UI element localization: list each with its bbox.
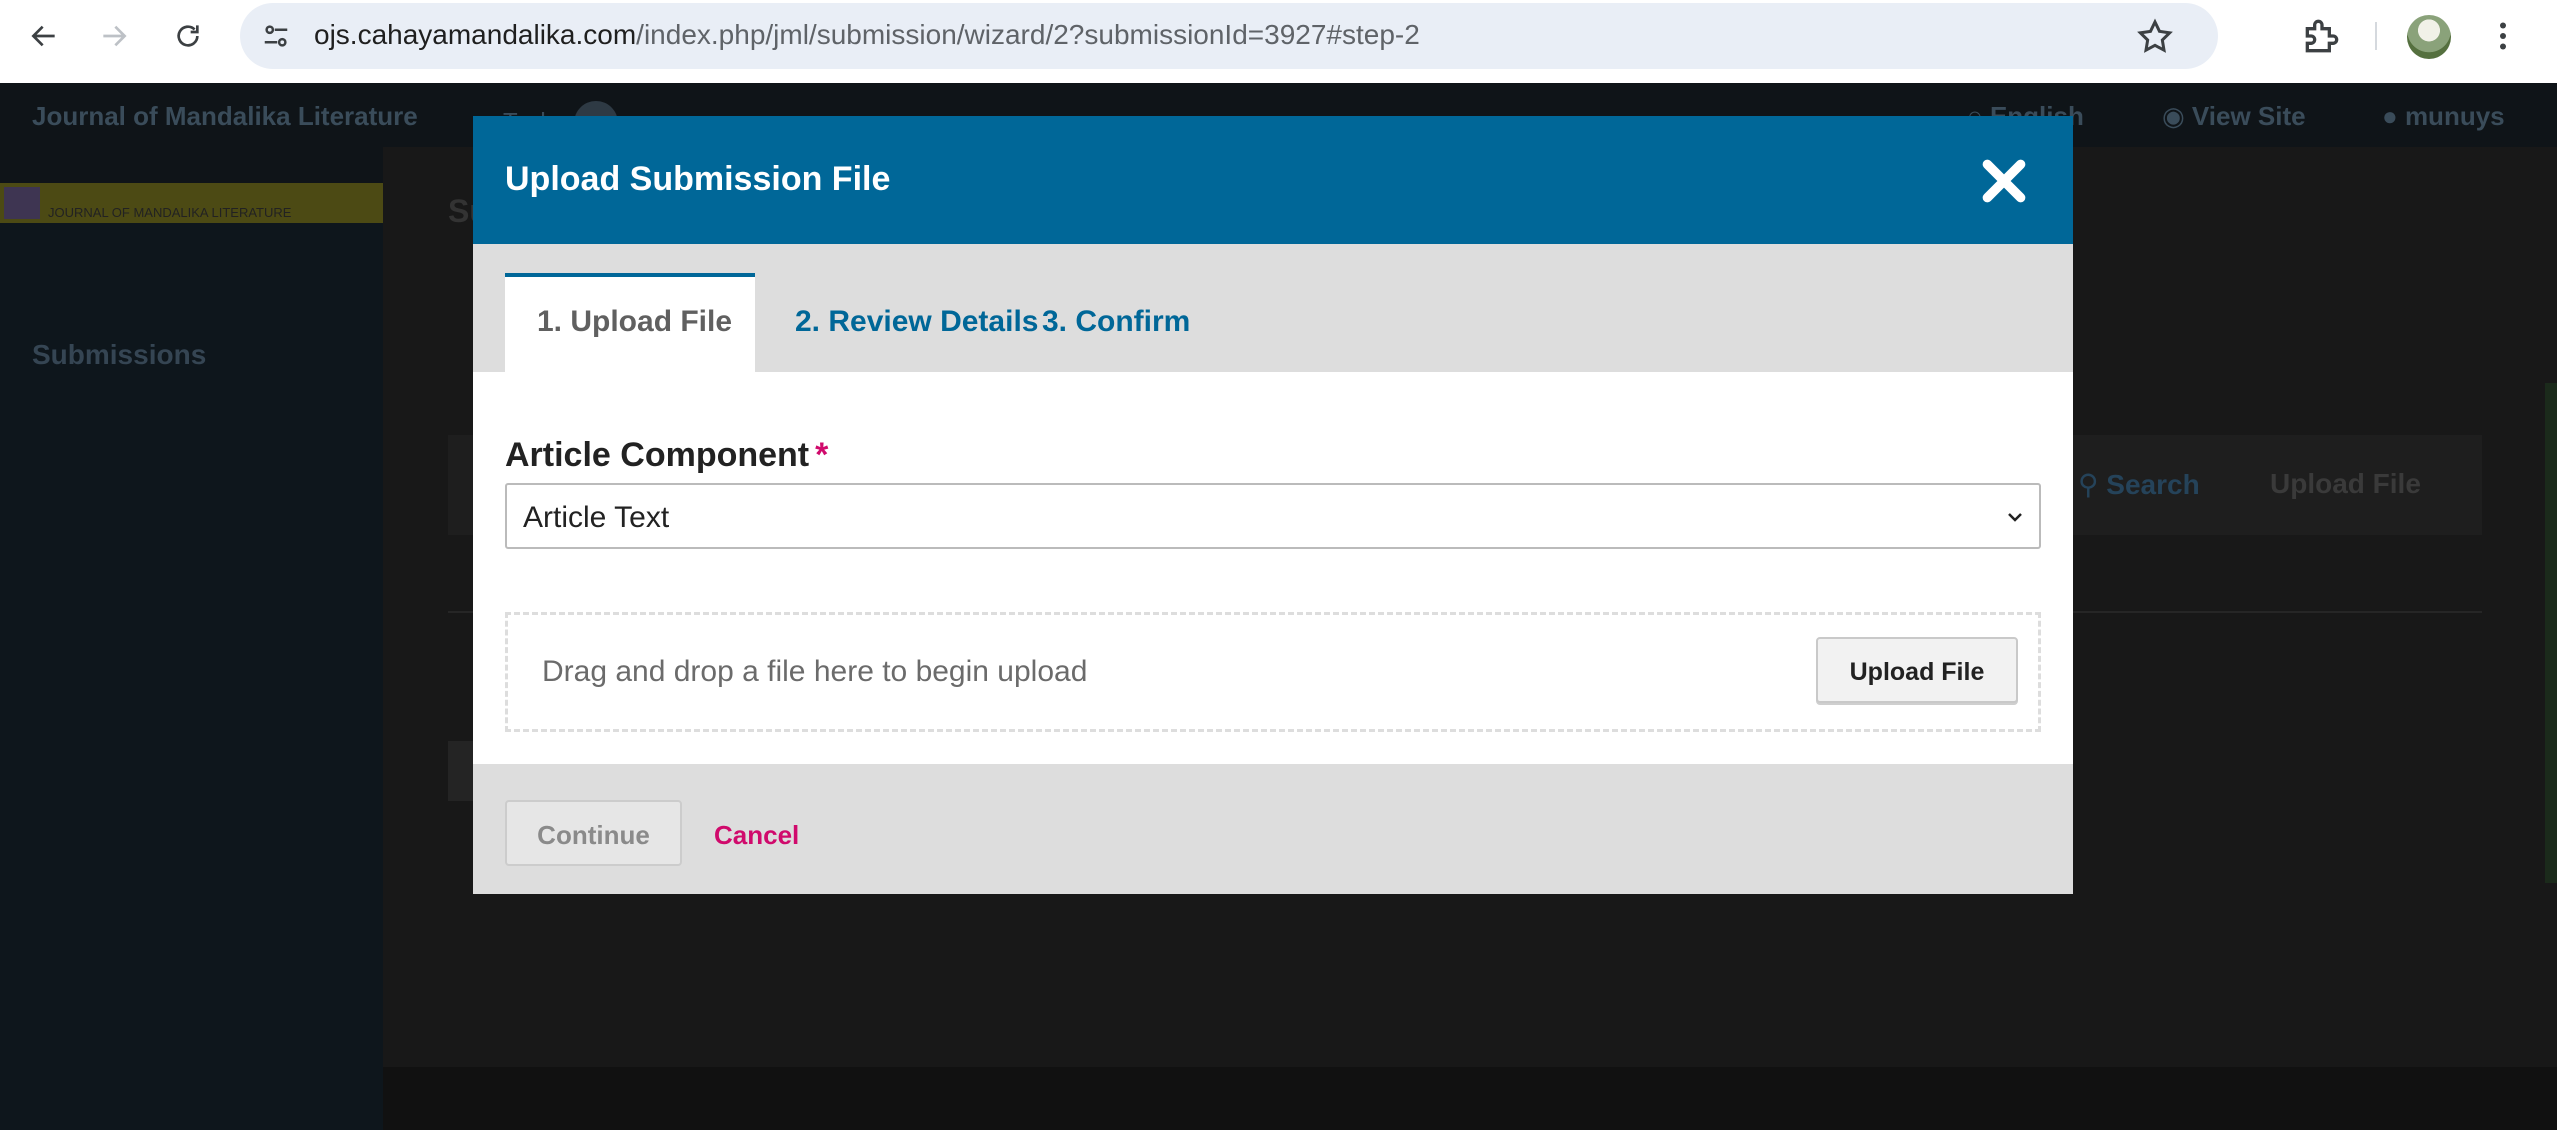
browser-toolbar: ojs.cahayamandalika.com/index.php/jml/su… xyxy=(0,0,2557,83)
main-search-label: Search xyxy=(2106,469,2200,500)
chevron-down-icon xyxy=(2008,513,2022,522)
sidebar-item-submissions: Submissions xyxy=(32,339,207,370)
background-image-edge xyxy=(2545,383,2557,883)
url-text[interactable]: ojs.cahayamandalika.com/index.php/jml/su… xyxy=(314,19,1420,51)
back-icon[interactable] xyxy=(18,10,70,62)
journal-logo: JOURNAL OF MANDALIKA LITERATURE xyxy=(0,183,383,223)
modal-title: Upload Submission File xyxy=(505,160,891,198)
forward-icon[interactable] xyxy=(88,10,140,62)
url-host: ojs.cahayamandalika.com xyxy=(314,19,637,50)
url-path: /index.php/jml/submission/wizard/2?submi… xyxy=(636,19,1420,50)
modal-header: Upload Submission File xyxy=(473,116,2073,244)
required-marker: * xyxy=(815,436,829,474)
tab-confirm[interactable]: 3. Confirm xyxy=(1010,273,1222,372)
menu-icon[interactable] xyxy=(2485,14,2521,58)
main-upload-file-link: Upload File xyxy=(2270,468,2421,499)
cancel-link[interactable]: Cancel xyxy=(714,820,799,851)
view-site-label: View Site xyxy=(2191,101,2306,131)
username-label: munuys xyxy=(2404,101,2505,131)
tab-upload-file[interactable]: 1. Upload File xyxy=(505,273,755,372)
address-bar[interactable]: ojs.cahayamandalika.com/index.php/jml/su… xyxy=(240,3,2218,69)
main-search-link: ⚲ Search xyxy=(2078,469,2200,500)
article-component-select[interactable]: Article Text xyxy=(505,483,2041,549)
sidebar xyxy=(0,183,383,1130)
journal-title: Journal of Mandalika Literature xyxy=(32,101,418,131)
selected-component-value: Article Text xyxy=(523,501,670,534)
article-component-label: Article Component * xyxy=(505,436,828,475)
logo-books-image xyxy=(4,187,40,219)
site-info-icon[interactable] xyxy=(252,12,300,60)
file-dropzone[interactable]: Drag and drop a file here to begin uploa… xyxy=(505,612,2041,732)
article-component-label-text: Article Component xyxy=(505,436,810,474)
reload-icon[interactable] xyxy=(162,10,214,62)
extensions-icon[interactable] xyxy=(2300,14,2344,58)
toolbar-divider xyxy=(2375,22,2377,50)
star-icon[interactable] xyxy=(2135,17,2175,57)
avatar[interactable] xyxy=(2407,15,2451,59)
close-icon[interactable] xyxy=(1979,156,2029,206)
upload-file-modal: Upload Submission File 1. Upload File 2.… xyxy=(473,116,2073,894)
upload-file-button[interactable]: Upload File xyxy=(1816,637,2018,703)
footer xyxy=(383,1067,2557,1130)
logo-text: JOURNAL OF MANDALIKA LITERATURE xyxy=(48,205,292,220)
continue-button[interactable]: Continue xyxy=(505,800,682,866)
modal-footer: Continue Cancel xyxy=(473,764,2073,894)
dropzone-text: Drag and drop a file here to begin uploa… xyxy=(542,655,1088,688)
wizard-tabs: 1. Upload File 2. Review Details 3. Conf… xyxy=(473,244,2073,372)
user-menu: ● munuys xyxy=(2382,101,2505,131)
view-site-link: ◉ View Site xyxy=(2162,101,2306,131)
